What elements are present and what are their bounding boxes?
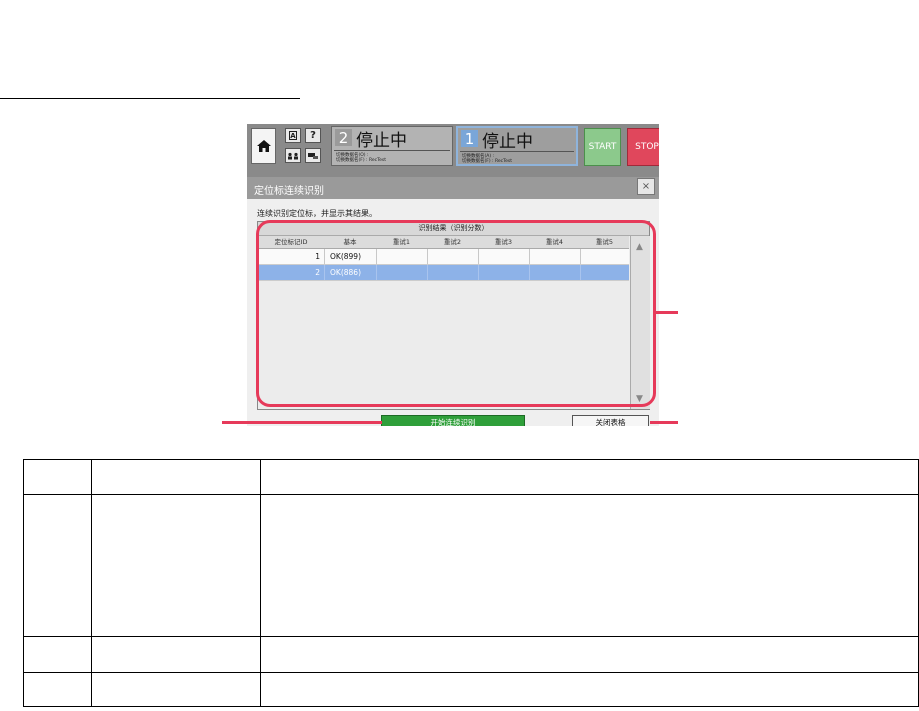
data-name-note: 切换数据名(F) : RecTest	[462, 159, 513, 164]
dialog-instruction: 连续识别定位标，并显示其结果。	[257, 209, 377, 218]
start-continuous-recognition-button[interactable]: 开始连续识别	[381, 415, 525, 426]
language-button[interactable]: A	[285, 128, 301, 143]
table-cell	[259, 459, 919, 495]
device-icon	[308, 152, 318, 159]
line-status: 停止中	[356, 131, 407, 151]
language-icon: A	[289, 131, 297, 140]
table-cell	[259, 636, 919, 673]
description-table	[23, 459, 919, 707]
table-cell	[23, 459, 92, 495]
table-cell	[23, 494, 92, 637]
callout-line	[222, 421, 382, 424]
start-button[interactable]: START	[584, 128, 621, 166]
line-1-status-panel[interactable]: 1 停止中 切换数据名(A) : 切换数据名(F) : RecTest	[456, 126, 578, 166]
table-cell	[90, 636, 261, 673]
user-switch-button[interactable]	[285, 148, 301, 163]
user-switch-icon	[288, 152, 298, 159]
dialog-title: 定位标连续识别	[254, 186, 324, 197]
help-icon: ?	[310, 130, 316, 141]
highlight-frame	[256, 220, 656, 407]
table-cell	[90, 672, 261, 707]
svg-text:A: A	[290, 132, 296, 140]
table-cell	[259, 672, 919, 707]
table-cell	[23, 636, 92, 673]
help-button[interactable]: ?	[305, 128, 321, 143]
line-2-status-panel[interactable]: 2 停止中 切换数据名(O) : 切换数据名(F) : RecTest	[331, 126, 453, 166]
divider	[334, 150, 450, 151]
table-cell	[259, 494, 919, 637]
divider	[460, 151, 574, 152]
line-status: 停止中	[482, 132, 533, 152]
top-rule	[0, 98, 300, 99]
line-number: 2	[335, 129, 352, 147]
line-number: 1	[461, 130, 478, 148]
table-cell	[90, 494, 261, 637]
device-button[interactable]	[305, 148, 321, 163]
home-icon	[256, 140, 271, 152]
stop-button[interactable]: STOP	[627, 128, 659, 166]
dialog-close-button[interactable]: ×	[637, 178, 655, 195]
table-cell	[23, 672, 92, 707]
callout-line	[650, 421, 678, 424]
close-table-button[interactable]: 关闭表格	[572, 415, 649, 426]
close-icon: ×	[641, 181, 651, 192]
table-cell	[90, 459, 261, 495]
callout-line	[656, 311, 678, 314]
dialog-title-bar: 定位标连续识别	[247, 177, 659, 199]
data-name-note: 切换数据名(F) : RecTest	[336, 158, 387, 163]
home-button[interactable]	[251, 128, 276, 164]
